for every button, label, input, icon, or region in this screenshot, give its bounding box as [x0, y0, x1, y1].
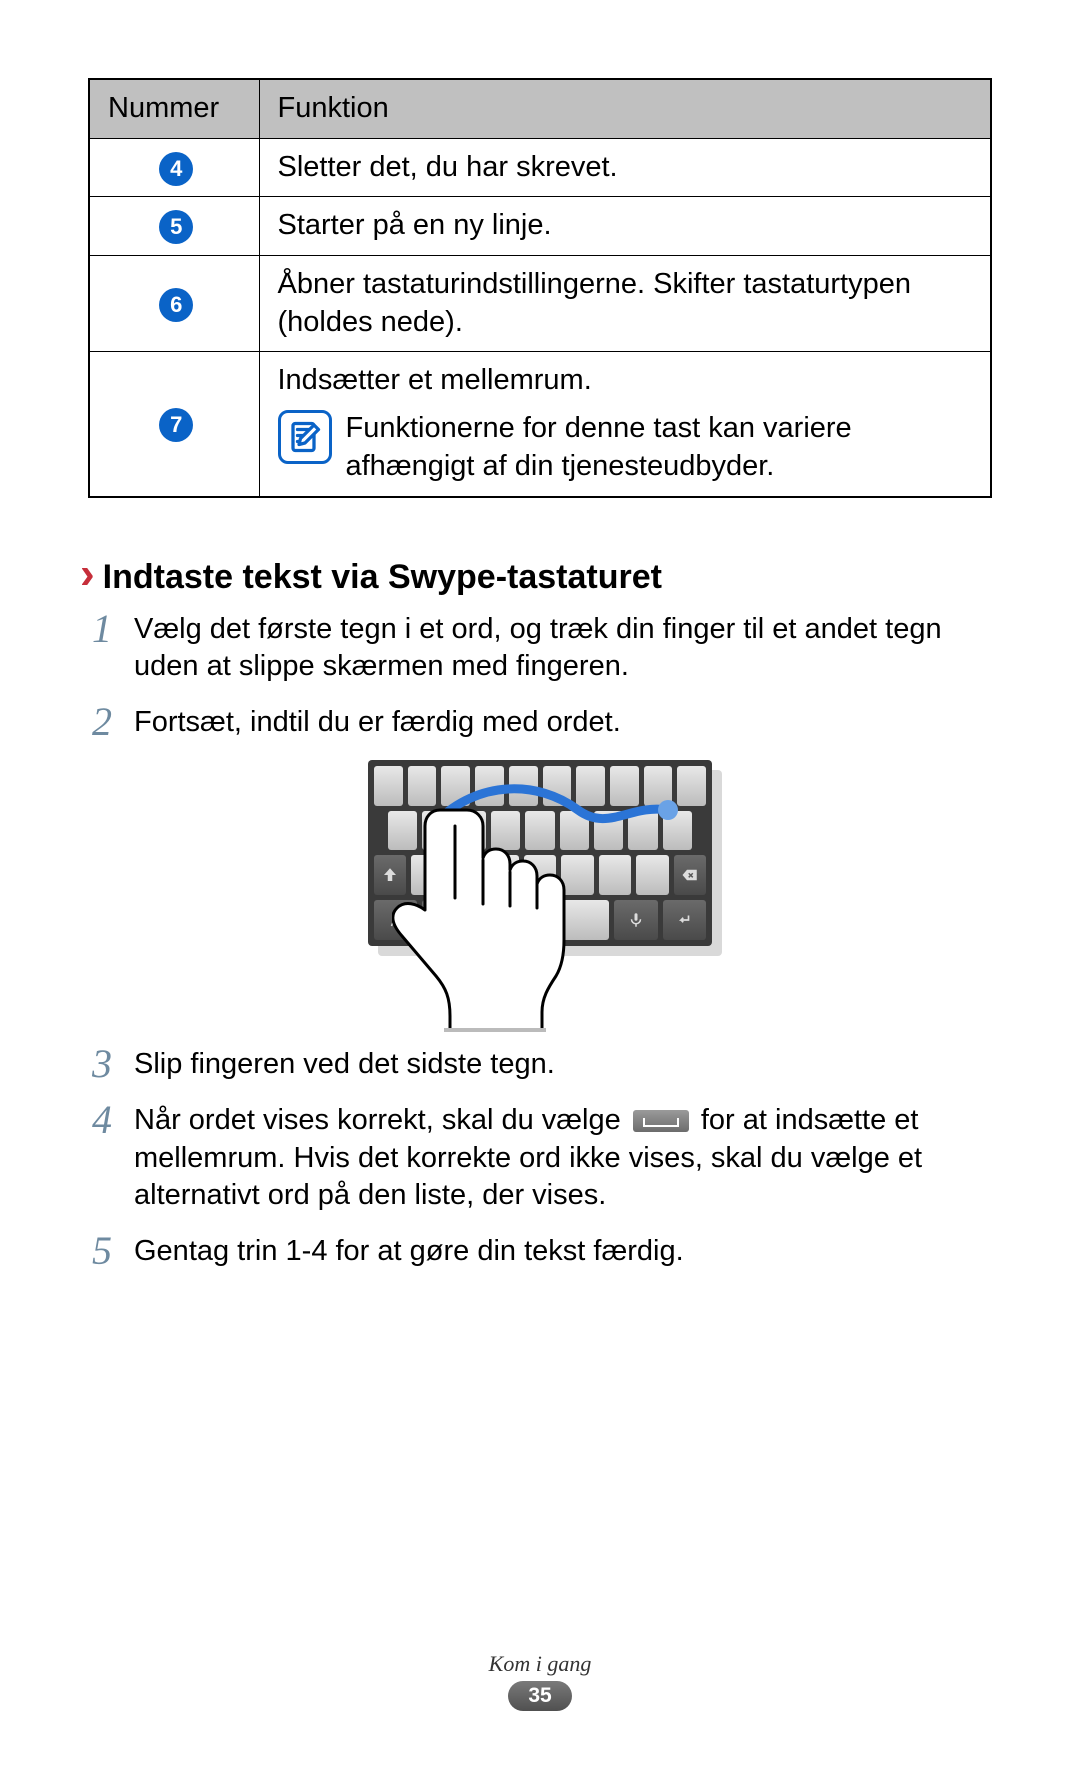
header-number: Nummer — [89, 79, 259, 138]
step-1: 1 Vælg det første tegn i et ord, og træk… — [88, 611, 992, 686]
callout-number-7: 7 — [159, 408, 193, 442]
step-3: 3 Slip fingeren ved det sidste tegn. — [88, 1046, 992, 1084]
backspace-key-icon — [674, 855, 706, 895]
step-text: Vælg det første tegn i et ord, og træk d… — [134, 611, 992, 686]
step-number: 4 — [88, 1100, 116, 1140]
step-text: Gentag trin 1-4 for at gøre din tekst fæ… — [134, 1233, 992, 1271]
footer-section-title: Kom i gang — [0, 1651, 1080, 1677]
step-number: 1 — [88, 609, 116, 649]
table-row: 7 Indsætter et mellemrum. Funktionerne f… — [89, 352, 991, 497]
step-5: 5 Gentag trin 1-4 for at gøre din tekst … — [88, 1233, 992, 1271]
table-row: 4 Sletter det, du har skrevet. — [89, 138, 991, 197]
step-text: Fortsæt, indtil du er færdig med ordet. — [134, 704, 992, 742]
note-icon — [278, 410, 332, 464]
enter-key-icon — [663, 900, 706, 940]
step-text: Når ordet vises korrekt, skal du vælge f… — [134, 1102, 992, 1215]
callout-number-4: 4 — [159, 152, 193, 186]
step-4: 4 Når ordet vises korrekt, skal du vælge… — [88, 1102, 992, 1215]
note-row: Funktionerne for denne tast kan variere … — [278, 410, 971, 485]
callout-number-6: 6 — [159, 288, 193, 322]
step-2: 2 Fortsæt, indtil du er færdig med ordet… — [88, 704, 992, 742]
function-text: Sletter det, du har skrevet. — [259, 138, 991, 197]
function-text: Starter på en ny linje. — [259, 197, 991, 256]
table-row: 5 Starter på en ny linje. — [89, 197, 991, 256]
header-function: Funktion — [259, 79, 991, 138]
table-header-row: Nummer Funktion — [89, 79, 991, 138]
function-text: Indsætter et mellemrum. — [278, 362, 971, 400]
chevron-icon: › — [80, 552, 95, 596]
space-key-inline-icon — [633, 1110, 689, 1132]
hand-pointer-icon — [392, 804, 568, 1032]
manual-page: Nummer Funktion 4 Sletter det, du har sk… — [0, 0, 1080, 1771]
step-number: 3 — [88, 1044, 116, 1084]
function-text: Åbner tastaturindstillingerne. Skifter t… — [259, 256, 991, 352]
step-number: 5 — [88, 1231, 116, 1271]
page-footer: Kom i gang 35 — [0, 1651, 1080, 1711]
step-number: 2 — [88, 702, 116, 742]
note-text: Funktionerne for denne tast kan variere … — [346, 410, 971, 485]
step-4-pre: Når ordet vises korrekt, skal du vælge — [134, 1104, 629, 1136]
function-table: Nummer Funktion 4 Sletter det, du har sk… — [88, 78, 992, 498]
section-heading: › Indtaste tekst via Swype-tastaturet — [80, 552, 992, 597]
section-title: Indtaste tekst via Swype-tastaturet — [103, 558, 662, 597]
page-number-badge: 35 — [508, 1681, 571, 1711]
steps-list: 1 Vælg det første tegn i et ord, og træk… — [88, 611, 992, 1271]
step-text: Slip fingeren ved det sidste tegn. — [134, 1046, 992, 1084]
swype-illustration — [88, 760, 992, 1018]
mic-key-icon — [614, 900, 657, 940]
table-row: 6 Åbner tastaturindstillingerne. Skifter… — [89, 256, 991, 352]
callout-number-5: 5 — [159, 210, 193, 244]
